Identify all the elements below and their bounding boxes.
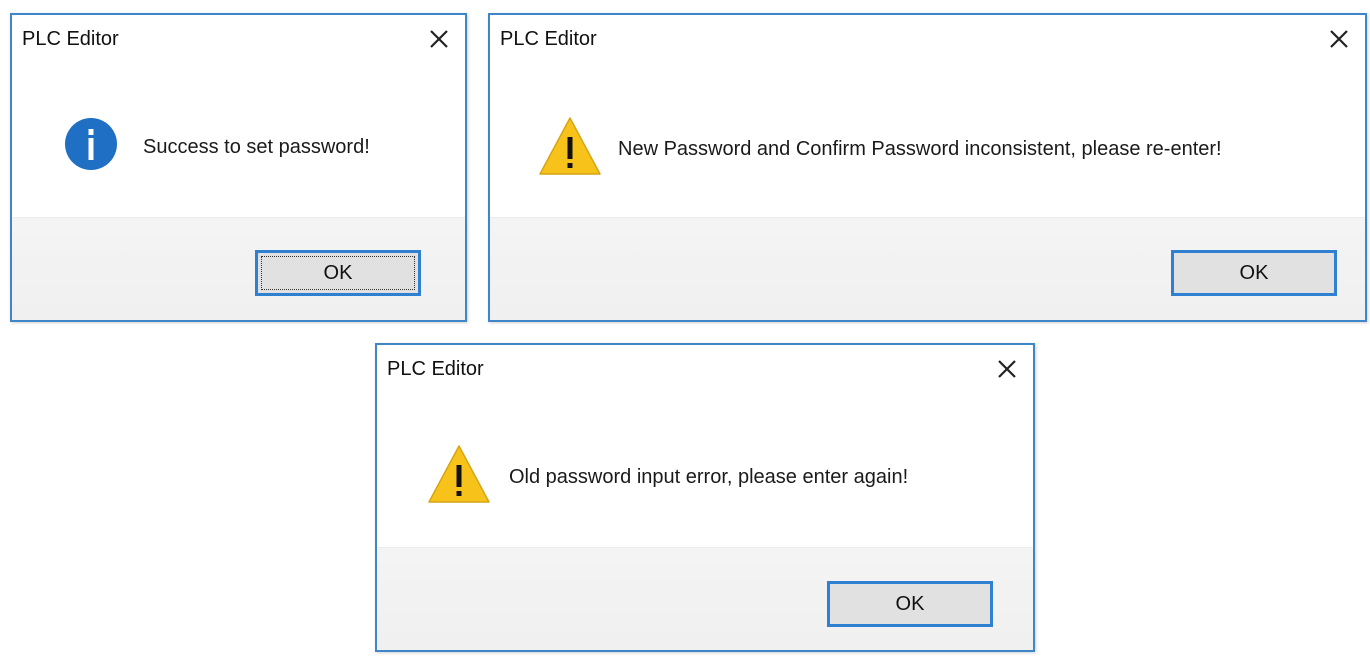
warning-icon — [538, 115, 602, 182]
close-icon[interactable] — [423, 23, 455, 55]
ok-button[interactable]: OK — [827, 581, 993, 627]
close-icon[interactable] — [1323, 23, 1355, 55]
ok-button-label: OK — [895, 593, 925, 615]
dialog-title: PLC Editor — [500, 28, 597, 50]
ok-button-label: OK — [1239, 262, 1269, 284]
message-dialog-old-password-error: PLC Editor Old password input error, ple… — [375, 343, 1035, 652]
message-dialog-success: PLC Editor Success to set password! OK — [10, 13, 467, 322]
dialog-message: Success to set password! — [143, 135, 370, 158]
info-icon — [64, 117, 118, 176]
message-dialog-password-mismatch: PLC Editor New Password and Confirm Pass… — [488, 13, 1367, 322]
dialog-message: New Password and Confirm Password incons… — [618, 137, 1222, 160]
ok-button[interactable]: OK — [1171, 250, 1337, 296]
warning-icon — [427, 443, 491, 510]
ok-button[interactable]: OK — [255, 250, 421, 296]
dialog-title: PLC Editor — [387, 358, 484, 380]
close-icon[interactable] — [991, 353, 1023, 385]
dialog-message: Old password input error, please enter a… — [509, 465, 909, 488]
ok-button-label: OK — [323, 262, 353, 284]
dialog-title: PLC Editor — [22, 28, 119, 50]
